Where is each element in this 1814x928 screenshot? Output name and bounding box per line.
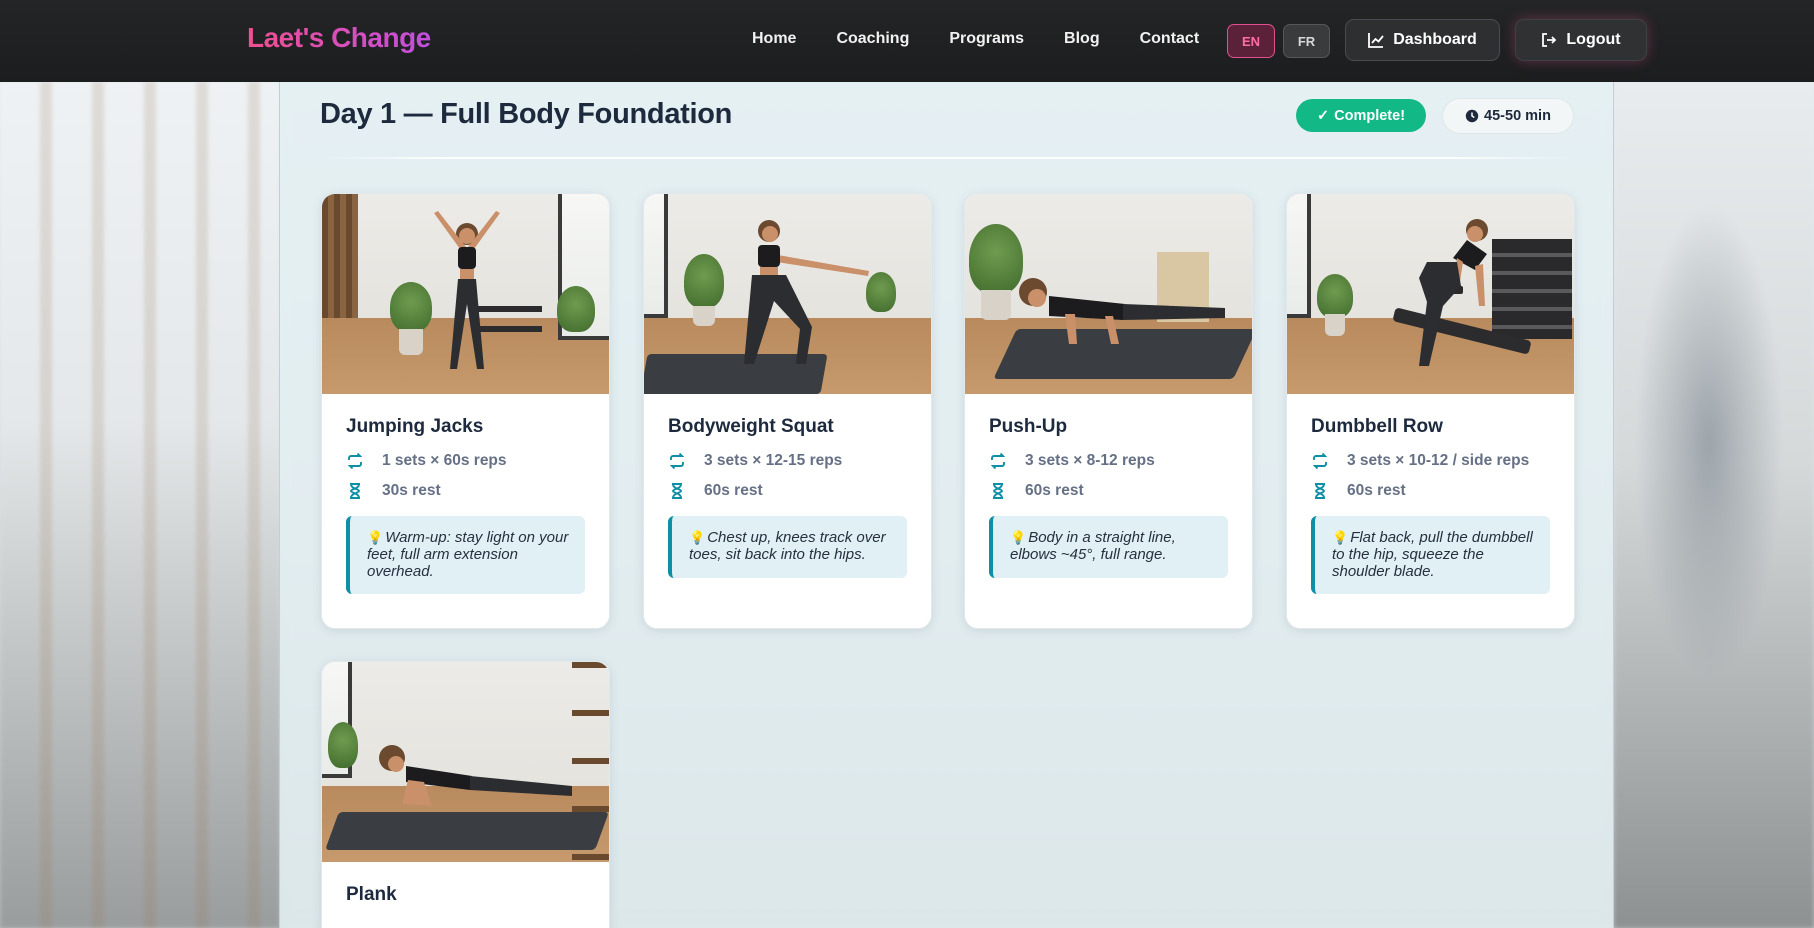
exercise-tip: 💡 Body in a straight line, elbows ~45°, f… bbox=[989, 516, 1228, 578]
duration-text: 45-50 min bbox=[1484, 108, 1551, 124]
nav-home[interactable]: Home bbox=[752, 30, 796, 48]
sets-text: 3 sets × 8-12 reps bbox=[1025, 452, 1155, 469]
sets-row: 3 sets × 8-12 reps bbox=[989, 452, 1228, 470]
exercise-card-bodyweight-squat[interactable]: Bodyweight Squat 3 sets × 12-15 reps 60s… bbox=[643, 193, 932, 629]
exercise-card-push-up[interactable]: Push-Up 3 sets × 8-12 reps 60s rest 💡 Bod… bbox=[964, 193, 1253, 629]
chart-line-icon bbox=[1368, 33, 1384, 48]
exercise-card-dumbbell-row[interactable]: Dumbbell Row 3 sets × 10-12 / side reps … bbox=[1286, 193, 1575, 629]
lang-en-button[interactable]: EN bbox=[1227, 24, 1275, 58]
exercise-photo bbox=[322, 662, 609, 862]
exercise-tip: 💡 Chest up, knees track over toes, sit ba… bbox=[668, 516, 907, 578]
dashboard-label: Dashboard bbox=[1393, 31, 1477, 48]
hourglass-icon bbox=[346, 482, 364, 500]
rest-row: 60s rest bbox=[989, 482, 1228, 500]
tip-text: Flat back, pull the dumbbell to the hip,… bbox=[1332, 529, 1533, 580]
repeat-icon bbox=[1311, 452, 1329, 470]
sets-row: 3 sets × 12-15 reps bbox=[668, 452, 907, 470]
nav-blog[interactable]: Blog bbox=[1064, 30, 1100, 48]
lightbulb-icon: 💡 bbox=[689, 530, 706, 545]
exercise-card-jumping-jacks[interactable]: Jumping Jacks 1 sets × 60s reps 30s rest… bbox=[321, 193, 610, 629]
brand-logo[interactable]: Laet's Change bbox=[247, 22, 431, 54]
tip-text: Warm-up: stay light on your feet, full a… bbox=[367, 529, 569, 580]
status-badge: ✓ Complete! bbox=[1296, 99, 1426, 132]
main-nav: Home Coaching Programs Blog Contact bbox=[752, 30, 1239, 48]
tip-text: Body in a straight line, elbows ~45°, fu… bbox=[1010, 529, 1176, 563]
nav-contact[interactable]: Contact bbox=[1140, 30, 1200, 48]
exercise-name: Bodyweight Squat bbox=[668, 416, 834, 437]
rest-text: 60s rest bbox=[1347, 482, 1406, 499]
page-title: Day 1 — Full Body Foundation bbox=[320, 98, 733, 130]
background-gym-right bbox=[1614, 82, 1814, 928]
sets-text: 1 sets × 60s reps bbox=[382, 452, 507, 469]
tip-text: Chest up, knees track over toes, sit bac… bbox=[689, 529, 886, 563]
hourglass-icon bbox=[1311, 482, 1329, 500]
exercise-tip: 💡 Warm-up: stay light on your feet, full … bbox=[346, 516, 585, 595]
sets-row: 1 sets × 60s reps bbox=[346, 452, 585, 470]
clock-icon bbox=[1465, 109, 1479, 123]
lang-fr-button[interactable]: FR bbox=[1283, 24, 1330, 58]
rest-text: 60s rest bbox=[1025, 482, 1084, 499]
exercise-name: Plank bbox=[346, 884, 397, 905]
nav-coaching[interactable]: Coaching bbox=[836, 30, 909, 48]
lightbulb-icon: 💡 bbox=[1010, 530, 1027, 545]
logout-label: Logout bbox=[1566, 31, 1621, 48]
rest-row: 60s rest bbox=[668, 482, 907, 500]
logout-button[interactable]: Logout bbox=[1515, 19, 1647, 61]
exercise-photo bbox=[1287, 194, 1574, 394]
exercise-photo bbox=[322, 194, 609, 394]
exercise-photo bbox=[644, 194, 931, 394]
check-icon: ✓ bbox=[1316, 107, 1330, 124]
rest-row: 30s rest bbox=[346, 482, 585, 500]
title-divider bbox=[320, 157, 1574, 159]
sets-text: 3 sets × 12-15 reps bbox=[704, 452, 843, 469]
sets-text: 3 sets × 10-12 / side reps bbox=[1347, 452, 1530, 469]
rest-text: 60s rest bbox=[704, 482, 763, 499]
sets-row: 3 sets × 10-12 / side reps bbox=[1311, 452, 1550, 470]
lightbulb-icon: 💡 bbox=[1332, 530, 1349, 545]
exercise-name: Push-Up bbox=[989, 416, 1068, 437]
repeat-icon bbox=[668, 452, 686, 470]
exercise-name: Jumping Jacks bbox=[346, 416, 484, 437]
sign-out-icon bbox=[1542, 33, 1557, 47]
nav-programs[interactable]: Programs bbox=[949, 30, 1024, 48]
lightbulb-icon: 💡 bbox=[367, 530, 384, 545]
status-text: Complete! bbox=[1334, 107, 1406, 124]
background-gym-left bbox=[0, 82, 280, 928]
top-navbar: Laet's Change Home Coaching Programs Blo… bbox=[0, 0, 1814, 82]
exercise-name: Dumbbell Row bbox=[1311, 416, 1443, 437]
hourglass-icon bbox=[989, 482, 1007, 500]
dashboard-button[interactable]: Dashboard bbox=[1345, 19, 1500, 61]
rest-text: 30s rest bbox=[382, 482, 441, 499]
exercise-photo bbox=[965, 194, 1252, 394]
hourglass-icon bbox=[668, 482, 686, 500]
exercise-tip: 💡 Flat back, pull the dumbbell to the hip… bbox=[1311, 516, 1550, 595]
repeat-icon bbox=[989, 452, 1007, 470]
exercise-card-plank[interactable]: Plank bbox=[321, 661, 610, 928]
workout-day-panel: Day 1 — Full Body Foundation ✓ Complete!… bbox=[279, 82, 1614, 928]
duration-badge: 45-50 min bbox=[1442, 98, 1574, 134]
repeat-icon bbox=[346, 452, 364, 470]
rest-row: 60s rest bbox=[1311, 482, 1550, 500]
